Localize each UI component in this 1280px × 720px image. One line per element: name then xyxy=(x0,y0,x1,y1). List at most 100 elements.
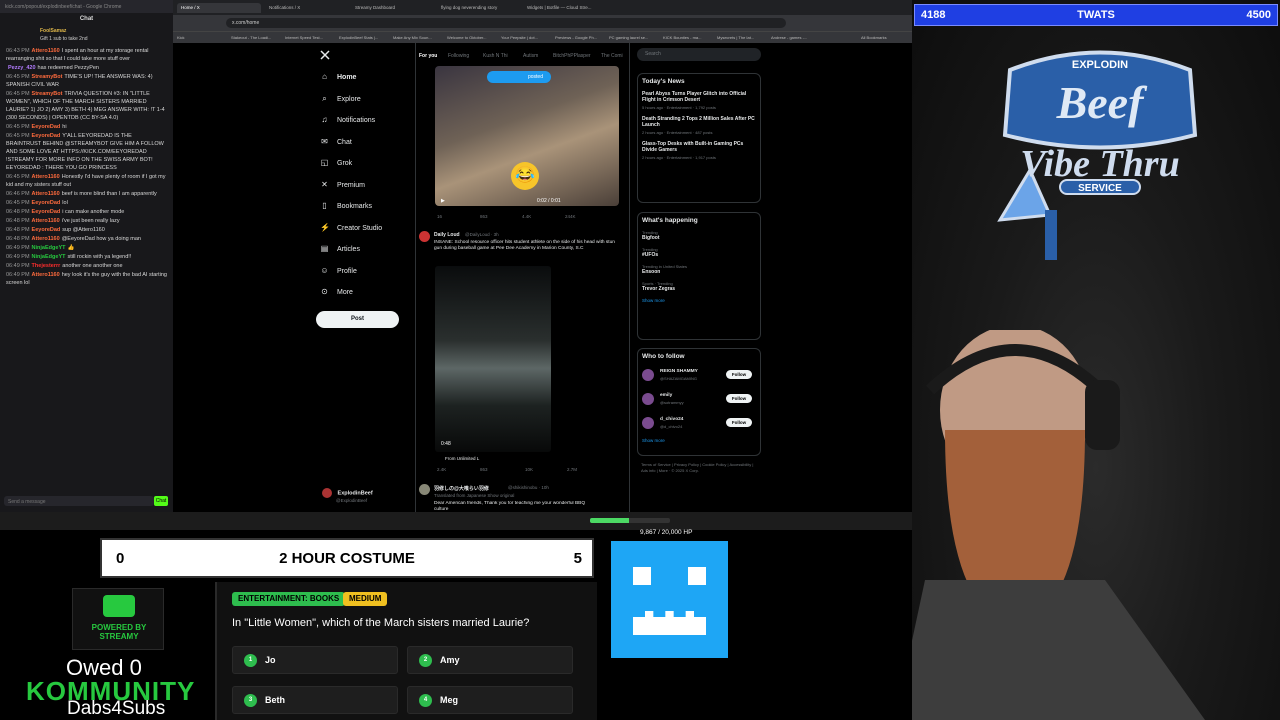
nav-item-home[interactable]: ⌂ Home xyxy=(320,72,356,81)
chat-username[interactable]: Attero1160 xyxy=(32,48,60,54)
chat-username[interactable]: NinjaEdgeYT xyxy=(32,245,66,251)
chat-username[interactable]: NinjaEdgeYT xyxy=(32,254,66,260)
news-item[interactable]: Death Stranding 2 Tops 2 Million Sales A… xyxy=(638,114,760,139)
profile-handle: @ExplodinBeef xyxy=(336,498,368,503)
video-player-2[interactable]: 0:48 xyxy=(435,266,551,452)
play-icon[interactable]: ▶ xyxy=(441,198,445,204)
feed-tab-following[interactable]: Following xyxy=(448,53,469,59)
nav-item-profile[interactable]: ☺ Profile xyxy=(320,266,356,275)
bookmark-item[interactable]: Internet Speed Test... xyxy=(285,35,323,40)
chat-message: 06:45 PM StreamyBot TRIVIA QUESTION #3: IN… xyxy=(6,90,167,122)
chat-username[interactable]: StreamyBot xyxy=(32,91,63,97)
tweet2-views[interactable]: 2.7M xyxy=(567,467,577,472)
chat-username[interactable]: Attero1160 xyxy=(32,236,60,242)
tweet1-replies[interactable]: 16 xyxy=(437,214,442,219)
follow-button[interactable]: Follow xyxy=(726,370,752,379)
bookmark-item[interactable]: All Bookmarks xyxy=(861,35,887,40)
chat-username[interactable]: Thejesterrr xyxy=(32,263,61,269)
tweet3-translated[interactable]: Translated from Japanese Show original xyxy=(434,493,514,498)
feed-tab-kush[interactable]: Kush N Thi xyxy=(483,53,508,59)
nav-item-premium[interactable]: ✕ Premium xyxy=(320,180,365,189)
chat-message: 06:48 PM Attero1160 @EeyoreDad how ya doin… xyxy=(6,235,167,243)
follow-suggestion[interactable]: d_chivo24 @d_chivo24 Follow xyxy=(638,412,760,436)
nav-item-articles[interactable]: ▤ Articles xyxy=(320,244,360,253)
bookmark-item[interactable]: Kick xyxy=(177,35,185,40)
bookmark-item[interactable]: KICK Bounties - ma... xyxy=(663,35,701,40)
news-item[interactable]: Glass-Top Desks with Built-in Gaming PCs… xyxy=(638,139,760,164)
chat-username[interactable]: Attero1160 xyxy=(32,218,60,224)
follow-button[interactable]: Follow xyxy=(726,394,752,403)
chat-username[interactable]: EeyoreDad xyxy=(32,227,61,233)
nav-item-creator-studio[interactable]: ⚡ Creator Studio xyxy=(320,223,382,232)
chat-input[interactable]: Send a message xyxy=(4,496,154,506)
nav-item-chat[interactable]: ✉ Chat xyxy=(320,137,352,146)
feed-tab-for-you[interactable]: For you xyxy=(419,53,437,59)
bookmark-item[interactable]: Make Any Mix Soun... xyxy=(393,35,432,40)
chat-username[interactable]: EeyoreDad xyxy=(32,200,61,206)
post-button[interactable]: Post xyxy=(316,311,399,328)
nav-item-grok[interactable]: ◱ Grok xyxy=(320,158,352,167)
chat-username[interactable]: EeyoreDad xyxy=(32,133,61,139)
follow-suggestion[interactable]: emily @sotrammyy Follow xyxy=(638,388,760,412)
profile-name: ExplodinBeef xyxy=(337,490,373,497)
video-player-1[interactable]: posted 😂 ▶ 0:02 / 0:01 xyxy=(435,66,619,206)
news-item[interactable]: Pearl Abyss Turns Player Glitch into Off… xyxy=(638,89,760,114)
tweet3-user[interactable]: 羽修しの@大喰らい羽修 xyxy=(434,485,489,492)
chat-username[interactable]: Attero1160 xyxy=(32,174,60,180)
bookmark-item[interactable]: Stakeout - The Loadi... xyxy=(231,35,271,40)
tab-notifications[interactable]: Notifications / X xyxy=(265,3,347,13)
chat-username[interactable]: StreamyBot xyxy=(32,74,63,80)
trend-item[interactable]: Trending #UFOs xyxy=(638,245,760,262)
tweet2-replies[interactable]: 2.4K xyxy=(437,467,446,472)
tweet1-likes[interactable]: 4.4K xyxy=(522,214,531,219)
profile-button[interactable]: ExplodinBeef @ExplodinBeef xyxy=(322,488,373,503)
feed-tab-autism[interactable]: Autism xyxy=(523,53,538,59)
chat-username[interactable]: EeyoreDad xyxy=(32,209,61,215)
trends-show-more[interactable]: Show more xyxy=(638,296,760,307)
feed-tab-custom[interactable]: BitchPhPPlasper xyxy=(553,53,591,59)
tweet1-views[interactable]: 244K xyxy=(565,214,576,219)
x-logo-icon[interactable] xyxy=(320,50,330,60)
chat-username[interactable]: Attero1160 xyxy=(32,191,60,197)
follow-suggestion[interactable]: REIGN SHAMMY @SHAZAMGAMING Follow xyxy=(638,364,760,388)
nav-item-more[interactable]: ⊙ More xyxy=(320,287,353,296)
trend-item[interactable]: Trending in United States Ensoon xyxy=(638,262,760,279)
logo-vibe-thru: Vibe Thru xyxy=(1020,143,1179,185)
feed-tab-comi[interactable]: The Comi xyxy=(601,53,623,59)
bookmark-item[interactable]: ExplodinBeef Stats |... xyxy=(339,35,378,40)
x-footer[interactable]: Terms of Service | Privacy Policy | Cook… xyxy=(641,462,761,474)
tweet2-reposts[interactable]: 863 xyxy=(480,467,488,472)
bookmark-item[interactable]: Your Peepsite | dot... xyxy=(501,35,538,40)
tab-home-x[interactable]: Home / X xyxy=(177,3,261,13)
chat-username[interactable]: Attero1160 xyxy=(32,272,60,278)
bookmark-item[interactable]: Previews - Google Ph... xyxy=(555,35,597,40)
chat-username[interactable]: Pezzy_420 xyxy=(8,65,36,71)
nav-item-bookmarks[interactable]: ▯ Bookmarks xyxy=(320,201,372,210)
gift-banner[interactable]: FoolSamaz Gift 1 sub to take 2nd xyxy=(0,25,173,47)
bookmark-item[interactable]: PC gaming laurel se... xyxy=(609,35,648,40)
tweet2-user[interactable]: Daily Loud xyxy=(434,232,460,238)
tab-flying-dog[interactable]: flying dog neverending story xyxy=(437,3,519,13)
x-search-input[interactable]: Search xyxy=(637,48,761,61)
trend-item[interactable]: Trending Bigfoot xyxy=(638,228,760,245)
url-field[interactable]: x.com/home xyxy=(226,18,786,28)
tweet3-avatar[interactable] xyxy=(419,484,430,495)
follow-show-more[interactable]: Show more xyxy=(638,436,760,447)
bookmark-item[interactable]: Andrese - games -... xyxy=(771,35,807,40)
trend-item[interactable]: Sports · Trending Trevor Zegras xyxy=(638,279,760,296)
daily-loud-avatar[interactable] xyxy=(419,231,430,242)
bookmark-item[interactable]: Mysecrets | The Iat... xyxy=(717,35,754,40)
nav-item-notifications[interactable]: ♫ Notifications xyxy=(320,115,376,124)
answer-3-number: 3 xyxy=(244,694,257,707)
chat-send-button[interactable]: Chat xyxy=(154,496,168,506)
tab-widgets[interactable]: Widgets | Botfile — Cloud Stre... xyxy=(523,3,605,13)
todays-news-card: Today's News Pearl Abyss Turns Player Gl… xyxy=(637,73,761,203)
tweet2-likes[interactable]: 10K xyxy=(525,467,533,472)
chat-time: 06:49 PM xyxy=(6,272,30,278)
chat-username[interactable]: EeyoreDad xyxy=(32,124,61,130)
tab-streamy[interactable]: Streamy Dashboard xyxy=(351,3,433,13)
follow-button[interactable]: Follow xyxy=(726,418,752,427)
tweet1-reposts[interactable]: 863 xyxy=(480,214,488,219)
nav-item-explore[interactable]: ⌕ Explore xyxy=(320,94,360,104)
bookmark-item[interactable]: Welcome to Oktober... xyxy=(447,35,487,40)
